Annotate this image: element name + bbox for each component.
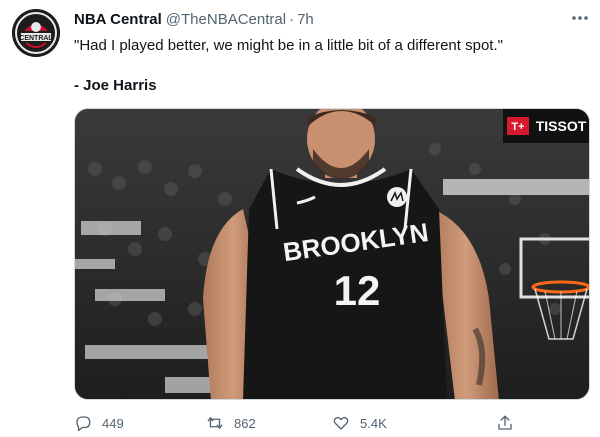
display-name[interactable]: NBA Central — [74, 11, 162, 28]
jersey-number-text: 12 — [334, 267, 381, 314]
timestamp[interactable]: 7h — [297, 11, 314, 28]
share-icon — [498, 415, 512, 430]
reply-icon — [76, 416, 91, 432]
like-button[interactable]: 5.4K — [332, 412, 387, 434]
tweet-card[interactable]: CENTRAL NBA Central @TheNBACentral · 7h … — [0, 0, 600, 437]
like-count: 5.4K — [360, 415, 387, 431]
tweet-author-line: - Joe Harris — [74, 77, 157, 94]
retweet-count: 862 — [234, 415, 256, 431]
tweet-photo[interactable]: T+ TISSOT BROOKLYN 12 — [74, 108, 590, 400]
handle[interactable]: @TheNBACentral — [166, 11, 286, 28]
sponsor-text: TISSOT — [536, 118, 587, 134]
reply-button[interactable]: 449 — [74, 412, 124, 434]
reply-count: 449 — [102, 415, 124, 431]
share-button[interactable] — [496, 412, 524, 434]
player-photo: T+ TISSOT BROOKLYN 12 — [75, 109, 589, 399]
retweet-button[interactable]: 862 — [206, 412, 256, 434]
sponsor-mark: T+ — [511, 121, 524, 133]
tweet-actions: 449 862 5.4K — [74, 412, 590, 434]
tweet-text: "Had I played better, we might be in a l… — [74, 37, 503, 54]
avatar-text: CENTRAL — [19, 35, 53, 42]
more-icon[interactable] — [570, 8, 590, 28]
heart-icon — [333, 416, 349, 430]
retweet-icon — [207, 417, 223, 429]
separator: · — [289, 11, 295, 28]
avatar[interactable]: CENTRAL — [12, 9, 60, 57]
nba-central-logo: CENTRAL — [12, 9, 60, 57]
tweet-header: NBA Central @TheNBACentral · 7h — [74, 11, 314, 31]
